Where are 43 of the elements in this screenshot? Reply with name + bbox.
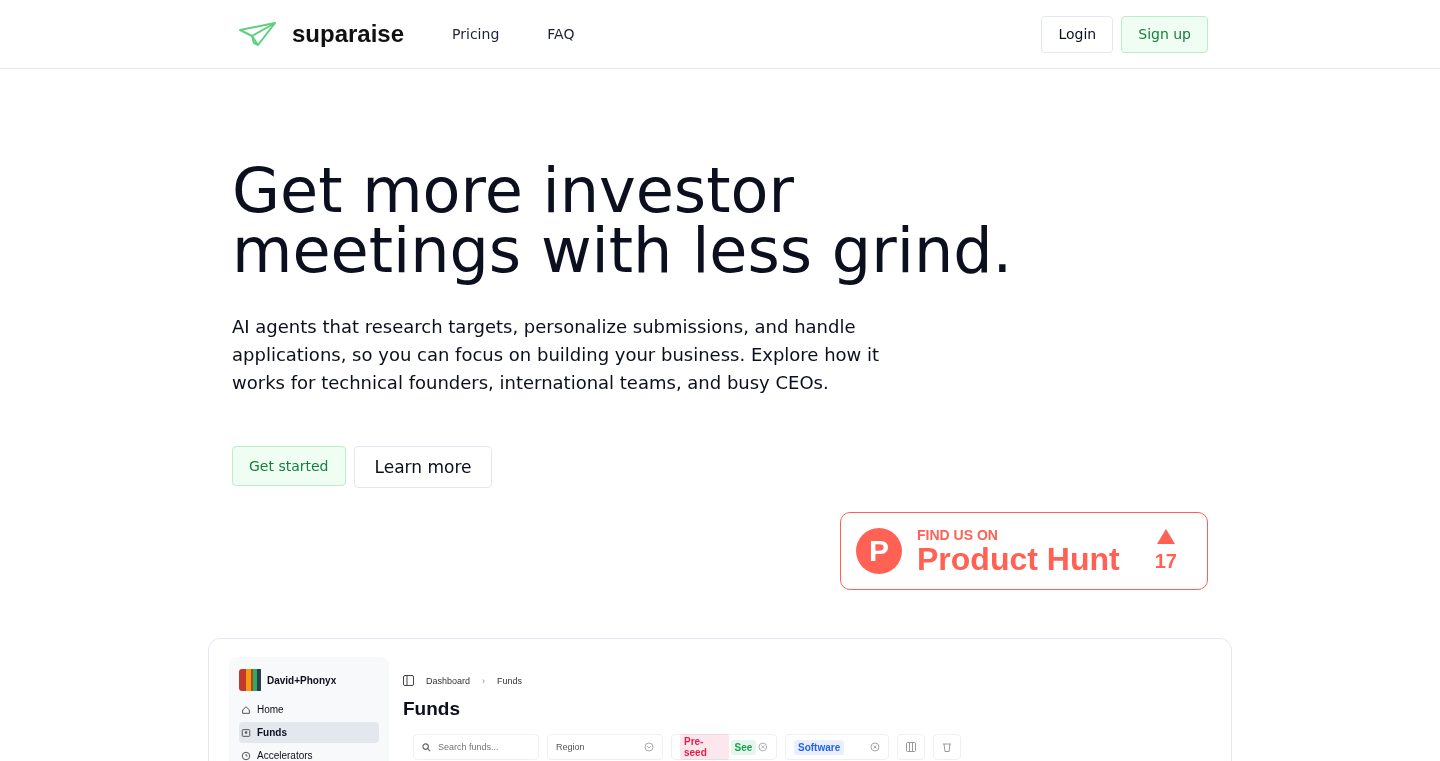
industry-filter[interactable]: Software: [785, 734, 889, 760]
vote-count: 17: [1154, 550, 1177, 573]
wallet-icon: [241, 727, 251, 738]
search-icon: [422, 743, 431, 752]
workspace-avatar-icon: [239, 669, 261, 691]
page-heading: Funds: [403, 698, 461, 720]
breadcrumb-separator: ›: [482, 675, 486, 686]
home-icon: [241, 704, 251, 715]
sidebar-item[interactable]: Accelerators: [239, 745, 379, 761]
trash-icon: [942, 742, 952, 752]
upvote-icon: [1156, 529, 1175, 544]
chevron-down-icon: [644, 742, 654, 752]
login-button[interactable]: Login: [1041, 15, 1114, 53]
columns-button[interactable]: [897, 734, 925, 760]
hero-title-line: Get more investor: [232, 161, 794, 221]
breadcrumb-link[interactable]: Funds: [497, 675, 523, 686]
sidebar-toggle-icon[interactable]: [403, 675, 414, 686]
sidebar-item[interactable]: Funds: [239, 722, 379, 743]
get-started-button[interactable]: Get started: [232, 446, 346, 486]
stage-tag: Pre-seed: [680, 734, 729, 760]
region-dropdown[interactable]: Region: [547, 734, 663, 760]
workspace-name: David+Phonyx: [267, 674, 337, 686]
paper-plane-icon: [238, 20, 278, 48]
brand-name[interactable]: suparaise: [292, 20, 405, 48]
clear-icon[interactable]: [758, 742, 768, 752]
product-hunt-logo: P: [856, 528, 902, 574]
badge-title: Product Hunt: [917, 543, 1121, 575]
hero-description: AI agents that research targets, personalize submissions, and handle applications, so you can focus on building your business. Explore how it works for technical founders, international teams, and busy CEOs.: [232, 315, 881, 395]
sidebar-item[interactable]: Home: [239, 699, 379, 720]
clear-icon[interactable]: [870, 742, 880, 752]
nav-link[interactable]: FAQ: [547, 26, 575, 42]
nav-link[interactable]: Pricing: [452, 26, 500, 42]
columns-icon: [906, 742, 916, 752]
search-field[interactable]: Search funds...: [413, 734, 539, 760]
breadcrumb-link[interactable]: Dashboard: [426, 675, 471, 686]
clock-icon: [241, 750, 251, 761]
industry-tag: Software: [794, 739, 845, 755]
badge-eyebrow: FIND US ON: [917, 527, 999, 543]
delete-button[interactable]: [933, 734, 961, 760]
learn-more-button[interactable]: Learn more: [353, 446, 493, 488]
signup-button[interactable]: Sign up: [1121, 15, 1208, 53]
stage-tag: See: [730, 739, 757, 755]
stage-filter[interactable]: Pre-seed See: [671, 734, 777, 760]
